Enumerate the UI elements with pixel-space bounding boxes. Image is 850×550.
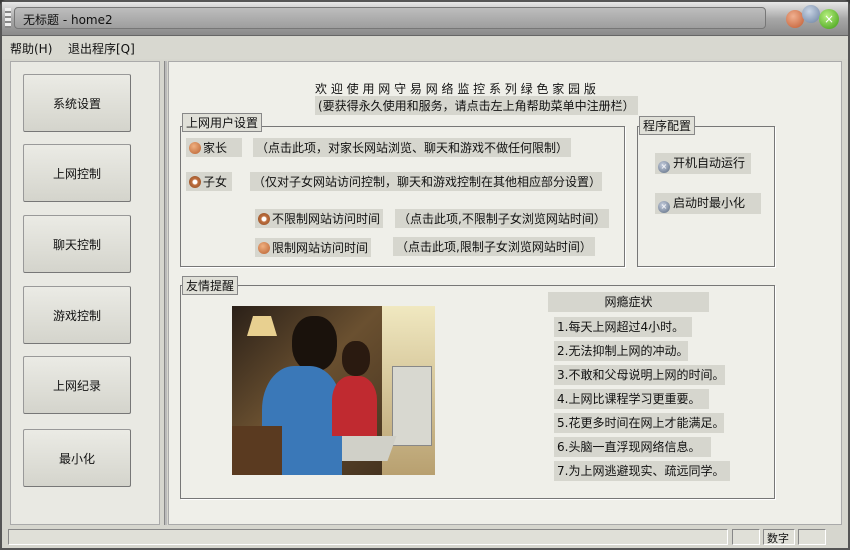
close-window-icon[interactable]: × xyxy=(819,9,839,29)
system-settings-button[interactable]: 系统设置 xyxy=(23,74,131,132)
splitter[interactable] xyxy=(164,61,167,525)
child-label: 子女 xyxy=(203,175,228,189)
symptoms-heading: 网瘾症状 xyxy=(548,292,709,312)
symptom-item: 7.为上网逃避现实、疏远同学。 xyxy=(554,461,730,481)
symptom-item: 1.每天上网超过4小时。 xyxy=(554,317,692,337)
family-photo xyxy=(232,306,435,475)
parent-desc: （点击此项，对家长网站浏览、聊天和游戏不做任何限制） xyxy=(253,138,572,157)
parent-radio[interactable]: 家长 xyxy=(186,138,242,157)
chat-control-button[interactable]: 聊天控制 xyxy=(23,215,131,273)
menu-exit[interactable]: 退出程序[Q] xyxy=(68,40,135,57)
minimize-button[interactable]: 最小化 xyxy=(23,429,131,487)
status-pane xyxy=(798,529,826,545)
limited-time-desc: （点击此项,限制子女浏览网站时间） xyxy=(393,237,595,256)
radio-icon xyxy=(258,242,270,254)
autostart-label: 开机自动运行 xyxy=(673,156,746,170)
tips-title: 友情提醒 xyxy=(182,276,239,295)
internet-control-button[interactable]: 上网控制 xyxy=(23,144,131,202)
internet-log-button[interactable]: 上网纪录 xyxy=(23,356,131,414)
child-radio[interactable]: 子女 xyxy=(186,172,232,191)
checkbox-icon: × xyxy=(658,201,670,213)
minimize-on-start-checkbox[interactable]: × 启动时最小化 xyxy=(655,193,761,214)
num-lock-indicator: 数字 xyxy=(763,529,795,545)
app-window: 无标题 - home2 × 帮助(H) 退出程序[Q] 系统设置 上网控制 聊天… xyxy=(0,0,850,550)
window-title: 无标题 - home2 xyxy=(14,7,766,29)
welcome-title: 欢 迎 使 用 网 守 易 网 络 监 控 系 列 绿 色 家 园 版 xyxy=(315,82,596,96)
symptom-item: 3.不敢和父母说明上网的时间。 xyxy=(554,365,725,385)
game-control-button[interactable]: 游戏控制 xyxy=(23,286,131,344)
parent-label: 家长 xyxy=(203,141,228,155)
checkbox-icon: × xyxy=(658,161,670,173)
title-bar[interactable]: 无标题 - home2 × xyxy=(2,2,848,36)
limited-time-label: 限制网站访问时间 xyxy=(272,241,369,255)
maximize-window-icon[interactable] xyxy=(802,5,820,23)
radio-selected-icon xyxy=(258,213,270,225)
symptom-item: 5.花更多时间在网上才能满足。 xyxy=(554,413,724,433)
grip-icon xyxy=(5,8,11,28)
nav-panel: 系统设置 上网控制 聊天控制 游戏控制 上网纪录 最小化 xyxy=(10,61,160,525)
menu-help[interactable]: 帮助(H) xyxy=(10,40,52,57)
status-pane-main xyxy=(8,529,728,545)
symptom-item: 2.无法抑制上网的冲动。 xyxy=(554,341,688,361)
menu-bar: 帮助(H) 退出程序[Q] xyxy=(2,37,848,59)
minimize-on-start-label: 启动时最小化 xyxy=(673,196,746,210)
main-panel: 欢 迎 使 用 网 守 易 网 络 监 控 系 列 绿 色 家 园 版 (要获得… xyxy=(168,61,842,525)
register-hint: (要获得永久使用和服务，请点击左上角帮助菜单中注册栏） xyxy=(315,96,638,115)
program-config-title: 程序配置 xyxy=(639,116,696,135)
unlimited-time-radio[interactable]: 不限制网站访问时间 xyxy=(255,209,384,228)
user-settings-title: 上网用户设置 xyxy=(182,113,263,132)
limited-time-radio[interactable]: 限制网站访问时间 xyxy=(255,238,372,257)
symptom-item: 6.头脑一直浮现网络信息。 xyxy=(554,437,711,457)
status-pane xyxy=(732,529,760,545)
radio-icon xyxy=(189,142,201,154)
autostart-checkbox[interactable]: × 开机自动运行 xyxy=(655,153,751,174)
symptom-item: 4.上网比课程学习更重要。 xyxy=(554,389,709,409)
unlimited-time-desc: （点击此项,不限制子女浏览网站时间） xyxy=(395,209,609,228)
child-desc: （仅对子女网站访问控制，聊天和游戏控制在其他相应部分设置） xyxy=(250,172,602,191)
radio-selected-icon xyxy=(189,176,201,188)
status-bar: 数字 xyxy=(2,526,848,548)
unlimited-time-label: 不限制网站访问时间 xyxy=(272,212,381,226)
